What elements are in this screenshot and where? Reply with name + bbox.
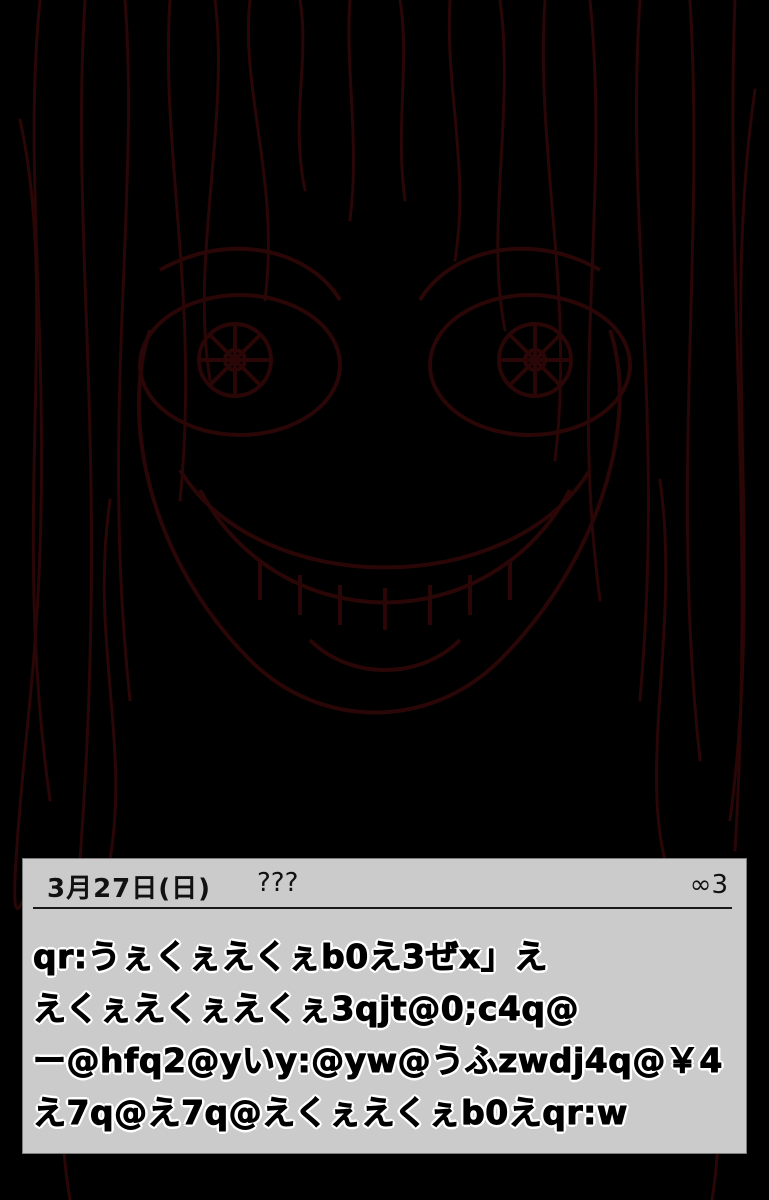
- diary-header: 3月27日(日) ??? ∞3: [33, 859, 732, 909]
- diary-date: 3月27日(日): [47, 874, 212, 904]
- diary-weather: ???: [257, 868, 299, 898]
- diary-entry-card: 3月27日(日) ??? ∞3 qr:うぇくぇえくぇb0え3ぜx」え えくぇえく…: [22, 858, 747, 1154]
- diary-line: えくぇえくぇえくぇ3qjt@0;c4q@: [33, 989, 580, 1029]
- diary-line: qr:うぇくぇえくぇb0え3ぜx」え: [33, 937, 548, 977]
- diary-body: qr:うぇくぇえくぇb0え3ぜx」え えくぇえくぇえくぇ3qjt@0;c4q@ …: [33, 931, 738, 1139]
- diary-line: ー@hfq2@yいy:@yw@うふzwdj4q@￥4: [33, 1041, 723, 1081]
- diary-line: え7q@え7q@えくぇえくぇb0えqr:w: [33, 1093, 628, 1133]
- diary-counter: ∞3: [689, 870, 728, 900]
